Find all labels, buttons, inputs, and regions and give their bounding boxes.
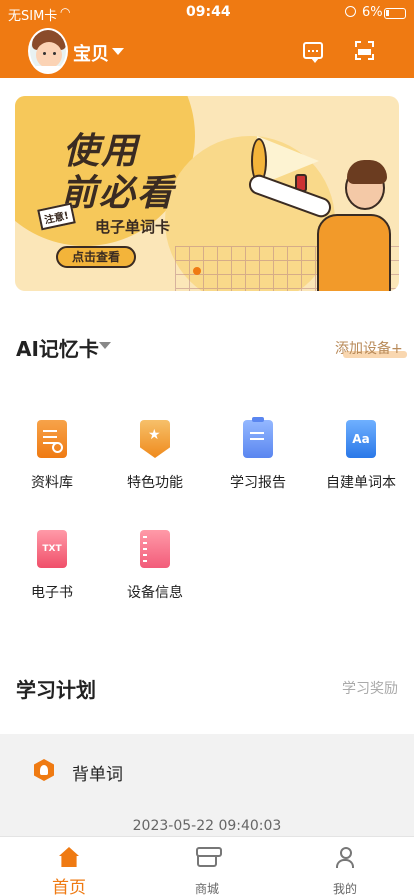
carrier-label: 无SIM卡 (8, 9, 58, 24)
wifi-icon: ◠ (60, 5, 71, 19)
device-info-icon (140, 530, 170, 568)
add-device-button[interactable]: 添加设备+ (335, 338, 407, 358)
avatar-shirt (36, 66, 62, 72)
ebook-icon: TXT (37, 530, 67, 568)
special-feature-icon (140, 420, 170, 458)
scan-icon[interactable] (355, 41, 374, 60)
avatar-eye (43, 52, 46, 55)
vocabulary-icon (34, 759, 54, 781)
tab-home[interactable]: 首页 (0, 837, 138, 896)
promo-banner[interactable]: 使用 前必看 注意! 电子单词卡 点击查看 (15, 96, 399, 291)
nav-bar: 宝贝 (0, 26, 414, 78)
tab-shop[interactable]: 商城 (138, 837, 276, 896)
feature-label: 资料库 (31, 475, 73, 491)
battery-percent: 6% (362, 5, 383, 20)
top-header: 无SIM卡 ◠ 09:44 6% 宝贝 (0, 0, 414, 78)
ai-card-title[interactable]: AI记忆卡 (16, 333, 99, 362)
study-plan-title: 学习计划 (16, 678, 96, 702)
banner-view-button[interactable]: 点击查看 (56, 246, 136, 268)
library-icon (37, 420, 67, 458)
feature-label: 设备信息 (127, 585, 183, 601)
study-item-label: 背单词 (72, 765, 123, 785)
study-reward-link[interactable]: 学习奖励 (342, 678, 398, 698)
message-icon[interactable] (303, 42, 323, 63)
tab-bar: 首页 商城 我的 (0, 836, 414, 896)
feature-library[interactable]: 资料库 (2, 420, 102, 500)
feature-device-info[interactable]: 设备信息 (105, 530, 205, 610)
chevron-down-icon[interactable] (112, 48, 124, 55)
study-timestamp: 2023-05-22 09:40:03 (132, 818, 282, 834)
feature-ebook[interactable]: TXT 电子书 (2, 530, 102, 610)
battery-icon (384, 8, 406, 19)
tab-label: 首页 (52, 878, 86, 896)
status-time: 09:44 (186, 4, 231, 20)
banner-person-illustration (246, 156, 397, 291)
feature-wordbook[interactable]: Aa 自建单词本 (311, 420, 411, 500)
feature-label: 学习报告 (230, 475, 286, 491)
feature-special[interactable]: 特色功能 (105, 420, 205, 500)
banner-subtitle: 电子单词卡 (95, 218, 171, 236)
shop-icon (196, 847, 222, 867)
tab-label: 商城 (194, 882, 219, 896)
tab-me[interactable]: 我的 (276, 837, 414, 896)
feature-label: 电子书 (31, 585, 73, 601)
person-icon (335, 847, 355, 868)
banner-title-line2: 前必看 (61, 173, 176, 214)
chevron-down-icon[interactable] (99, 342, 111, 349)
orientation-lock-icon (345, 6, 356, 17)
home-icon (59, 847, 79, 867)
carousel-indicator (193, 267, 201, 275)
wordbook-icon: Aa (346, 420, 376, 458)
feature-label: 自建单词本 (326, 475, 396, 491)
tab-label: 我的 (332, 882, 357, 896)
feature-report[interactable]: 学习报告 (208, 417, 308, 500)
avatar-eye (53, 52, 56, 55)
report-icon (243, 417, 273, 458)
feature-label: 特色功能 (127, 475, 183, 491)
avatar-face (36, 42, 62, 68)
status-bar: 无SIM卡 ◠ 09:44 6% (0, 0, 414, 26)
avatar[interactable] (28, 28, 68, 74)
profile-name[interactable]: 宝贝 (73, 40, 109, 66)
